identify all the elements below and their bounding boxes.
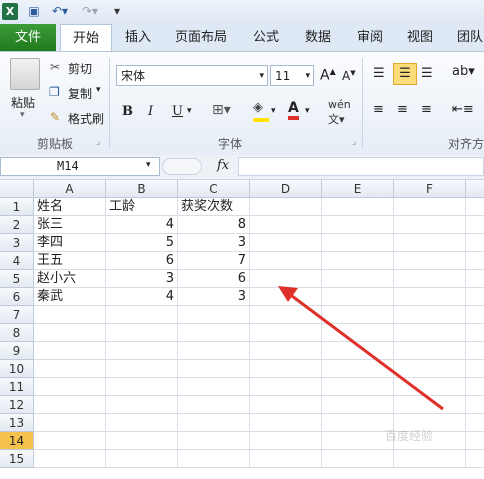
name-box-dropdown-icon[interactable]: ▾ [146, 160, 151, 170]
font-color-button[interactable]: A [288, 100, 299, 120]
font-group-label: 字体 [217, 137, 242, 151]
copy-button[interactable]: 复制 [68, 85, 92, 102]
orientation-icon[interactable]: ab▾ [452, 64, 475, 79]
undo-icon[interactable]: ↶▾ [50, 3, 70, 20]
underline-button[interactable]: U [172, 104, 183, 119]
ribbon-tabs: 文件 开始 插入 页面布局 公式 数据 审阅 视图 团队 [0, 24, 484, 52]
clipboard-group-label: 剪贴板 [36, 137, 73, 151]
font-name-value: 宋体 [121, 69, 146, 83]
name-box-value: M14 [57, 159, 79, 173]
redo-icon[interactable]: ↷▾ [80, 3, 100, 20]
group-separator [109, 58, 110, 148]
paste-dropdown-icon[interactable]: ▾ [20, 110, 25, 120]
quick-access-toolbar: X ▣ ↶▾ ↷▾ ▾ [0, 0, 484, 25]
grow-font-icon[interactable]: A▲ [320, 67, 336, 84]
tab-formulas[interactable]: 公式 [244, 24, 288, 51]
font-size-combo[interactable]: 11 ▾ [270, 65, 314, 86]
bold-button[interactable]: B [122, 104, 133, 119]
format-painter-icon[interactable]: ✎ [50, 110, 60, 124]
insert-function-button[interactable]: fx [217, 158, 229, 173]
clipboard-launcher-icon[interactable]: ⌟ [96, 137, 100, 147]
tab-team[interactable]: 团队 [450, 24, 484, 51]
align-center-icon[interactable]: ≡ [397, 102, 408, 117]
font-size-value: 11 [275, 69, 291, 83]
font-color-dropdown-icon[interactable]: ▾ [305, 106, 310, 116]
font-name-combo[interactable]: 宋体 ▾ [116, 65, 268, 86]
format-painter-button[interactable]: 格式刷 [68, 110, 104, 127]
align-left-icon[interactable]: ≡ [373, 102, 384, 117]
ribbon-home: 粘贴 ▾ ✂ 剪切 ❐ 复制 ▾ ✎ 格式刷 剪贴板 ⌟ 宋体 ▾ 11 ▾ A▲ … [0, 51, 484, 156]
copy-icon[interactable]: ❐ [49, 85, 60, 99]
chevron-down-icon: ▾ [305, 71, 310, 81]
customize-toolbar-icon[interactable]: ▾ [110, 3, 124, 20]
align-middle-icon[interactable]: ☰ [393, 63, 417, 85]
name-box[interactable]: M14 [0, 157, 160, 176]
alignment-group-label: 对齐方 [448, 137, 484, 151]
fill-color-icon[interactable]: ◈ [253, 100, 269, 122]
tab-home[interactable]: 开始 [60, 24, 112, 52]
shrink-font-icon[interactable]: A▼ [342, 69, 356, 83]
save-icon[interactable]: ▣ [26, 3, 42, 20]
italic-button[interactable]: I [148, 104, 153, 119]
phonetic-guide-icon[interactable]: wén 文▾ [328, 98, 351, 127]
tab-file[interactable]: 文件 [0, 24, 56, 51]
cut-icon[interactable]: ✂ [50, 60, 60, 74]
underline-dropdown-icon[interactable]: ▾ [187, 106, 192, 116]
align-top-icon[interactable]: ☰ [373, 66, 385, 81]
formula-input[interactable] [238, 157, 484, 176]
tab-page-layout[interactable]: 页面布局 [168, 24, 234, 51]
chevron-down-icon: ▾ [259, 71, 264, 81]
group-separator [362, 58, 363, 148]
font-launcher-icon[interactable]: ⌟ [352, 137, 356, 147]
align-right-icon[interactable]: ≡ [421, 102, 432, 117]
fill-color-dropdown-icon[interactable]: ▾ [271, 106, 276, 116]
cut-button[interactable]: 剪切 [68, 60, 92, 77]
formula-bar-resize-handle[interactable] [162, 158, 202, 175]
worksheet-grid[interactable]: A B C D E F 1 2 3 4 5 6 7 8 9 10 11 12 1… [0, 180, 484, 479]
paste-button[interactable]: 粘贴 [11, 94, 35, 111]
tab-data[interactable]: 数据 [296, 24, 340, 51]
tab-view[interactable]: 视图 [398, 24, 442, 51]
excel-logo-icon: X [2, 3, 18, 20]
tab-review[interactable]: 审阅 [348, 24, 392, 51]
copy-dropdown-icon[interactable]: ▾ [96, 85, 101, 95]
align-bottom-icon[interactable]: ☰ [421, 66, 433, 81]
decrease-indent-icon[interactable]: ⇤≡ [452, 102, 474, 117]
arrow-shaft [291, 294, 444, 411]
watermark-text: 百度经验 [385, 429, 434, 443]
paste-icon[interactable] [10, 58, 40, 90]
borders-icon[interactable]: ⊞▾ [212, 102, 231, 118]
tab-insert[interactable]: 插入 [116, 24, 160, 51]
